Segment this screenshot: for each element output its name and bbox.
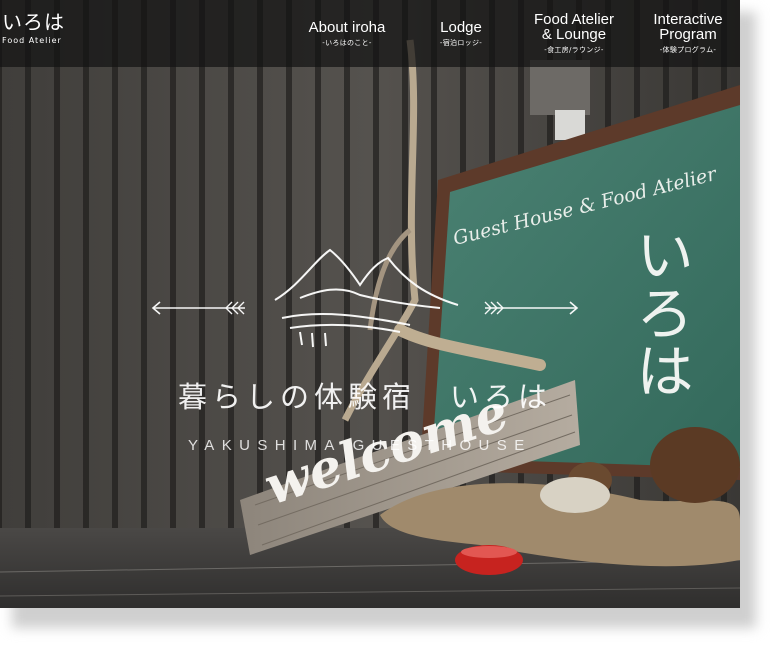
hero-photo: Guest House & Food Atelier いろは welcome [0,0,740,608]
hero-section: Guest House & Food Atelier いろは welcome 暮… [0,0,740,608]
nav-about-label: About iroha [308,18,386,36]
logo-text: いろは [2,10,65,34]
chalkboard-kana: いろは [626,225,694,399]
nav-food-atelier-label: Food Atelier & Lounge [533,11,615,43]
nav-interactive-program[interactable]: Interactive Program -体験プログラム- [640,0,736,67]
nav-lodge-label: Lodge [440,18,482,36]
hero-tagline: 暮らしの体験宿 いろは [178,380,553,414]
logo-subtext: Food Atelier [2,36,62,45]
nav-food-atelier-sub: -食工房/ラウンジ- [544,46,604,54]
hero-subtitle: YAKUSHIMA GUESTHOUSE [188,437,532,454]
site-header: いろは Food Atelier About iroha -いろはのこと- Lo… [0,0,740,67]
site-logo[interactable]: いろは Food Atelier [2,10,65,45]
nav-lodge[interactable]: Lodge -宿泊ロッジ- [424,0,498,67]
nav-lodge-sub: -宿泊ロッジ- [439,38,483,47]
nav-interactive-program-sub: -体験プログラム- [659,46,717,54]
nav-about[interactable]: About iroha -いろはのこと- [300,0,394,67]
nav-food-atelier[interactable]: Food Atelier & Lounge -食工房/ラウンジ- [524,0,624,67]
nav-interactive-program-label: Interactive Program [653,11,723,43]
nav-about-sub: -いろはのこと- [322,38,372,47]
